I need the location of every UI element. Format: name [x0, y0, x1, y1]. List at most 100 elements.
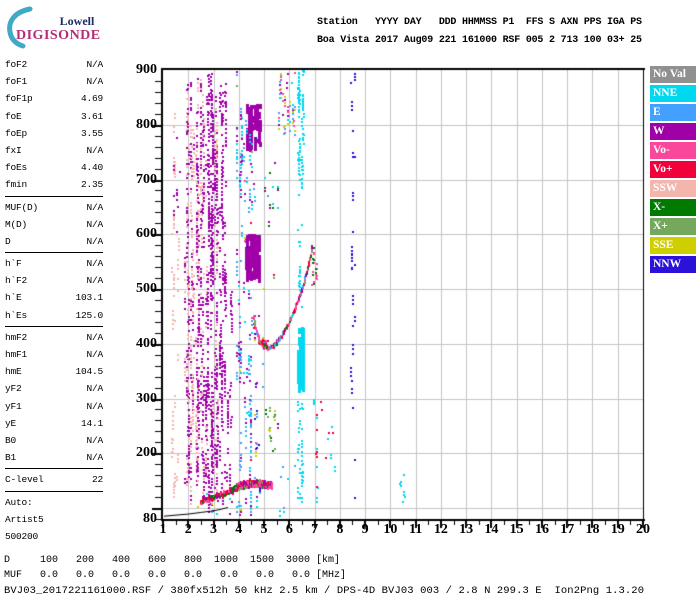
param-row: MUF(D) N/A	[5, 199, 103, 216]
param-value: N/A	[86, 452, 103, 464]
param-label: Artist5	[5, 513, 44, 525]
param-row: B0 N/A	[5, 432, 103, 449]
param-row: fmin 2.35	[5, 176, 103, 193]
legend-item-noval: No Val	[650, 66, 696, 83]
param-label: C-level	[5, 474, 44, 486]
muf-scale-row: MUF 0.0 0.0 0.0 0.0 0.0 0.0 0.0 0.0 [MHz…	[4, 570, 347, 581]
param-row: foF1p 4.69	[5, 90, 103, 107]
x-axis-label-8: 8	[336, 522, 344, 537]
param-row: hmF1 N/A	[5, 346, 103, 363]
x-axis-label-1: 1	[159, 522, 167, 537]
param-row: foEp 3.55	[5, 125, 103, 142]
x-axis-label-15: 15	[509, 522, 524, 537]
y-axis-label-600: 600	[136, 226, 157, 242]
legend-item-nne: NNE	[650, 85, 696, 102]
y-axis-label-800: 800	[136, 116, 157, 132]
param-value: N/A	[86, 383, 103, 395]
param-row: h`F2 N/A	[5, 272, 103, 289]
x-axis-label-4: 4	[235, 522, 243, 537]
param-value: 22	[91, 474, 103, 486]
param-row: foF1 N/A	[5, 73, 103, 90]
param-value: 4.40	[80, 162, 103, 174]
distance-scale-row: D 100 200 400 600 800 1000 1500 3000 [km…	[4, 555, 341, 566]
param-row: hmE 104.5	[5, 363, 103, 380]
legend-item-sse: SSE	[650, 237, 696, 254]
legend-item-x+: X+	[650, 218, 696, 235]
param-label: M(D)	[5, 218, 28, 230]
param-value: 103.1	[75, 292, 103, 304]
param-label: foF2	[5, 59, 28, 70]
x-axis-label-3: 3	[210, 522, 218, 537]
param-row: yF2 N/A	[5, 380, 103, 397]
x-axis-label-5: 5	[260, 522, 268, 537]
param-label: B0	[5, 434, 17, 446]
param-value: N/A	[86, 258, 103, 270]
param-section-divider	[5, 195, 103, 197]
param-row: M(D) N/A	[5, 216, 103, 233]
legend-item-nnw: NNW	[650, 256, 696, 273]
param-label: h`F	[5, 258, 22, 270]
param-value: N/A	[86, 349, 103, 360]
x-axis-label-6: 6	[285, 522, 293, 537]
param-row: h`E 103.1	[5, 289, 103, 306]
param-section-divider	[5, 325, 103, 327]
param-label: h`Es	[5, 309, 28, 321]
param-label: h`E	[5, 292, 22, 304]
legend-item-e: E	[650, 104, 696, 121]
x-axis-label-12: 12	[433, 522, 448, 537]
param-label: yE	[5, 417, 17, 429]
digisonde-ionogram-viewer: Lowell DIGISONDE Station YYYY DAY DDD HH…	[0, 0, 700, 600]
param-value: N/A	[86, 218, 103, 230]
x-axis-label-20: 20	[636, 522, 650, 537]
param-label: Auto:	[5, 496, 33, 508]
echo-direction-legend: No Val NNE E W Vo- Vo+ SSW X- X+ SSE NNW	[650, 66, 696, 275]
x-axis-label-19: 19	[610, 522, 625, 537]
param-value: 2.35	[80, 179, 103, 191]
param-row: fxI N/A	[5, 142, 103, 159]
legend-item-x-: X-	[650, 199, 696, 216]
param-value: N/A	[86, 434, 103, 446]
param-label: MUF(D)	[5, 201, 39, 213]
param-label: D	[5, 235, 11, 247]
param-label: hmE	[5, 366, 22, 378]
param-value: 104.5	[75, 366, 103, 378]
param-label: yF1	[5, 400, 22, 412]
x-axis-label-13: 13	[459, 522, 474, 537]
param-label: foEp	[5, 127, 28, 139]
param-value: N/A	[86, 76, 103, 88]
param-value: 3.61	[80, 110, 103, 122]
param-section-divider	[5, 252, 103, 254]
logo-digisonde: DIGISONDE	[16, 28, 101, 43]
param-label: 500200	[5, 530, 39, 542]
y-axis-label-400: 400	[136, 335, 157, 351]
param-label: hmF1	[5, 349, 28, 360]
param-row: h`Es 125.0	[5, 307, 103, 324]
param-row: yF1 N/A	[5, 398, 103, 415]
x-axis-label-17: 17	[560, 522, 575, 537]
y-axis-label-700: 700	[136, 171, 157, 187]
param-value: N/A	[86, 331, 103, 343]
x-axis-label-14: 14	[484, 522, 499, 537]
param-value: N/A	[86, 235, 103, 247]
param-row: D N/A	[5, 233, 103, 250]
param-row: Artist5	[5, 511, 103, 528]
param-value: N/A	[86, 59, 103, 70]
param-section-divider	[5, 468, 103, 470]
param-value: N/A	[86, 275, 103, 287]
param-value: 14.1	[80, 417, 103, 429]
param-label: foE	[5, 110, 22, 122]
header-columns-line: Station YYYY DAY DDD HHMMSS P1 FFS S AXN…	[317, 17, 642, 28]
measurement-header: Station YYYY DAY DDD HHMMSS P1 FFS S AXN…	[317, 14, 642, 50]
file-info-row: BVJ03_2017221161000.RSF / 380fx512h 50 k…	[4, 585, 645, 597]
y-axis-label-900: 900	[136, 62, 157, 77]
legend-item-ssw: SSW	[650, 180, 696, 197]
param-row: foE 3.61	[5, 108, 103, 125]
param-row: Auto:	[5, 494, 103, 511]
param-value: N/A	[86, 144, 103, 156]
ionogram-plot-canvas	[138, 58, 650, 536]
logo-lowell: Lowell	[59, 14, 95, 28]
x-axis-label-11: 11	[409, 522, 423, 537]
x-axis-label-18: 18	[585, 522, 600, 537]
param-row: yE 14.1	[5, 415, 103, 432]
y-axis-label-500: 500	[136, 281, 157, 297]
